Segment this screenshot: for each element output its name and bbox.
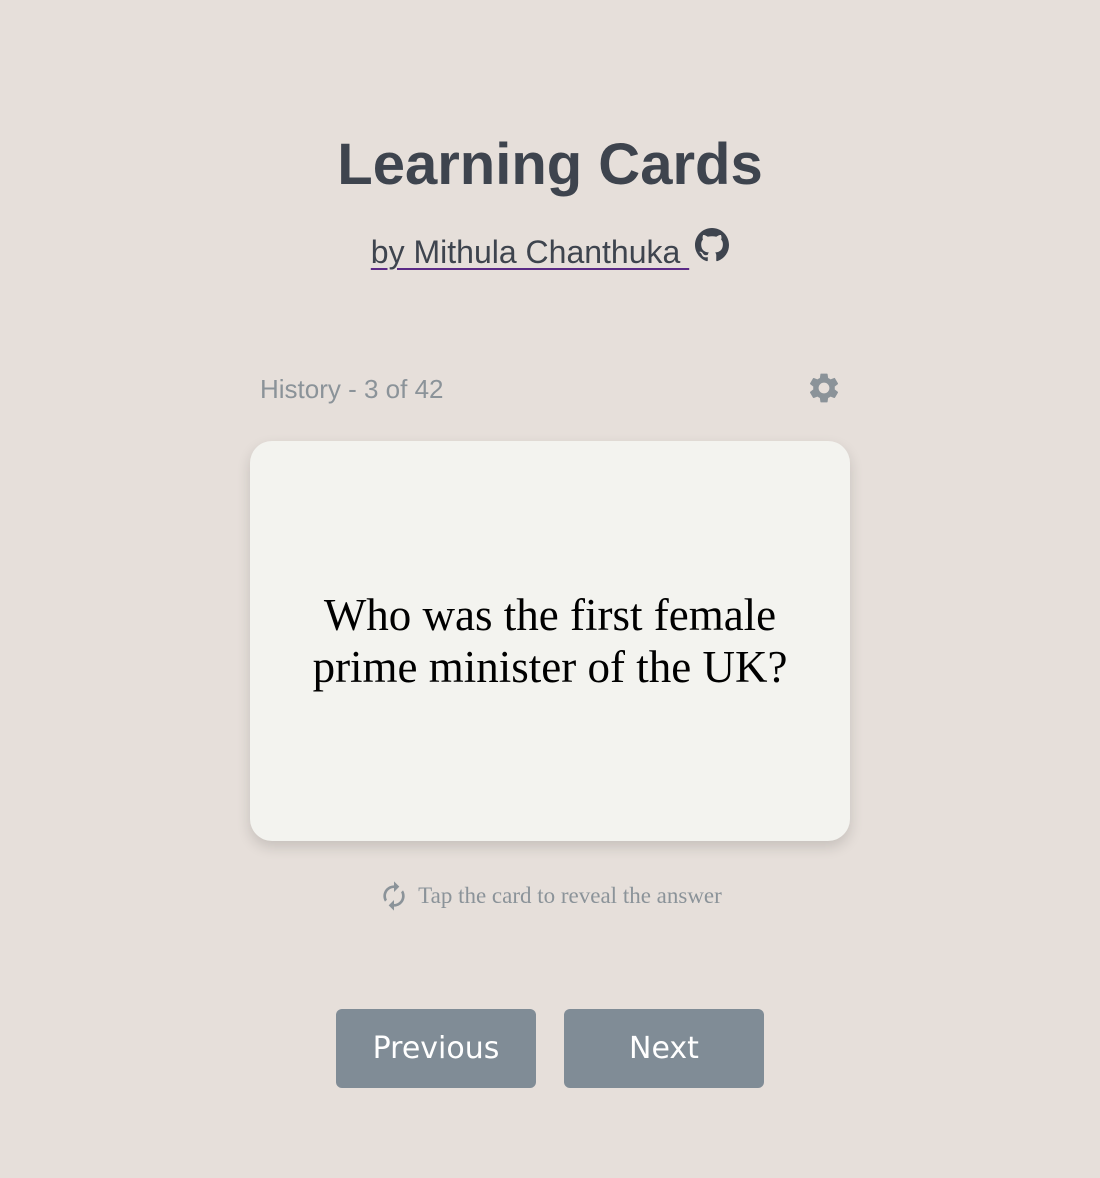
hint-text: Tap the card to reveal the answer: [418, 883, 722, 908]
deck-progress-label: History - 3 of 42: [260, 374, 444, 404]
flip-hint: Tap the card to reveal the answer: [0, 880, 1100, 916]
next-button[interactable]: Next: [564, 1009, 764, 1088]
refresh-icon: [378, 880, 410, 912]
byline: by Mithula Chanthuka: [0, 227, 1100, 278]
author-link[interactable]: by Mithula Chanthuka: [371, 234, 689, 270]
card-question: Who was the first female prime minister …: [312, 590, 788, 692]
previous-button[interactable]: Previous: [336, 1009, 536, 1088]
github-icon[interactable]: [695, 227, 730, 262]
gear-icon[interactable]: [806, 370, 842, 406]
flash-card[interactable]: Who was the first female prime minister …: [250, 441, 850, 841]
page-title: Learning Cards: [337, 132, 763, 197]
